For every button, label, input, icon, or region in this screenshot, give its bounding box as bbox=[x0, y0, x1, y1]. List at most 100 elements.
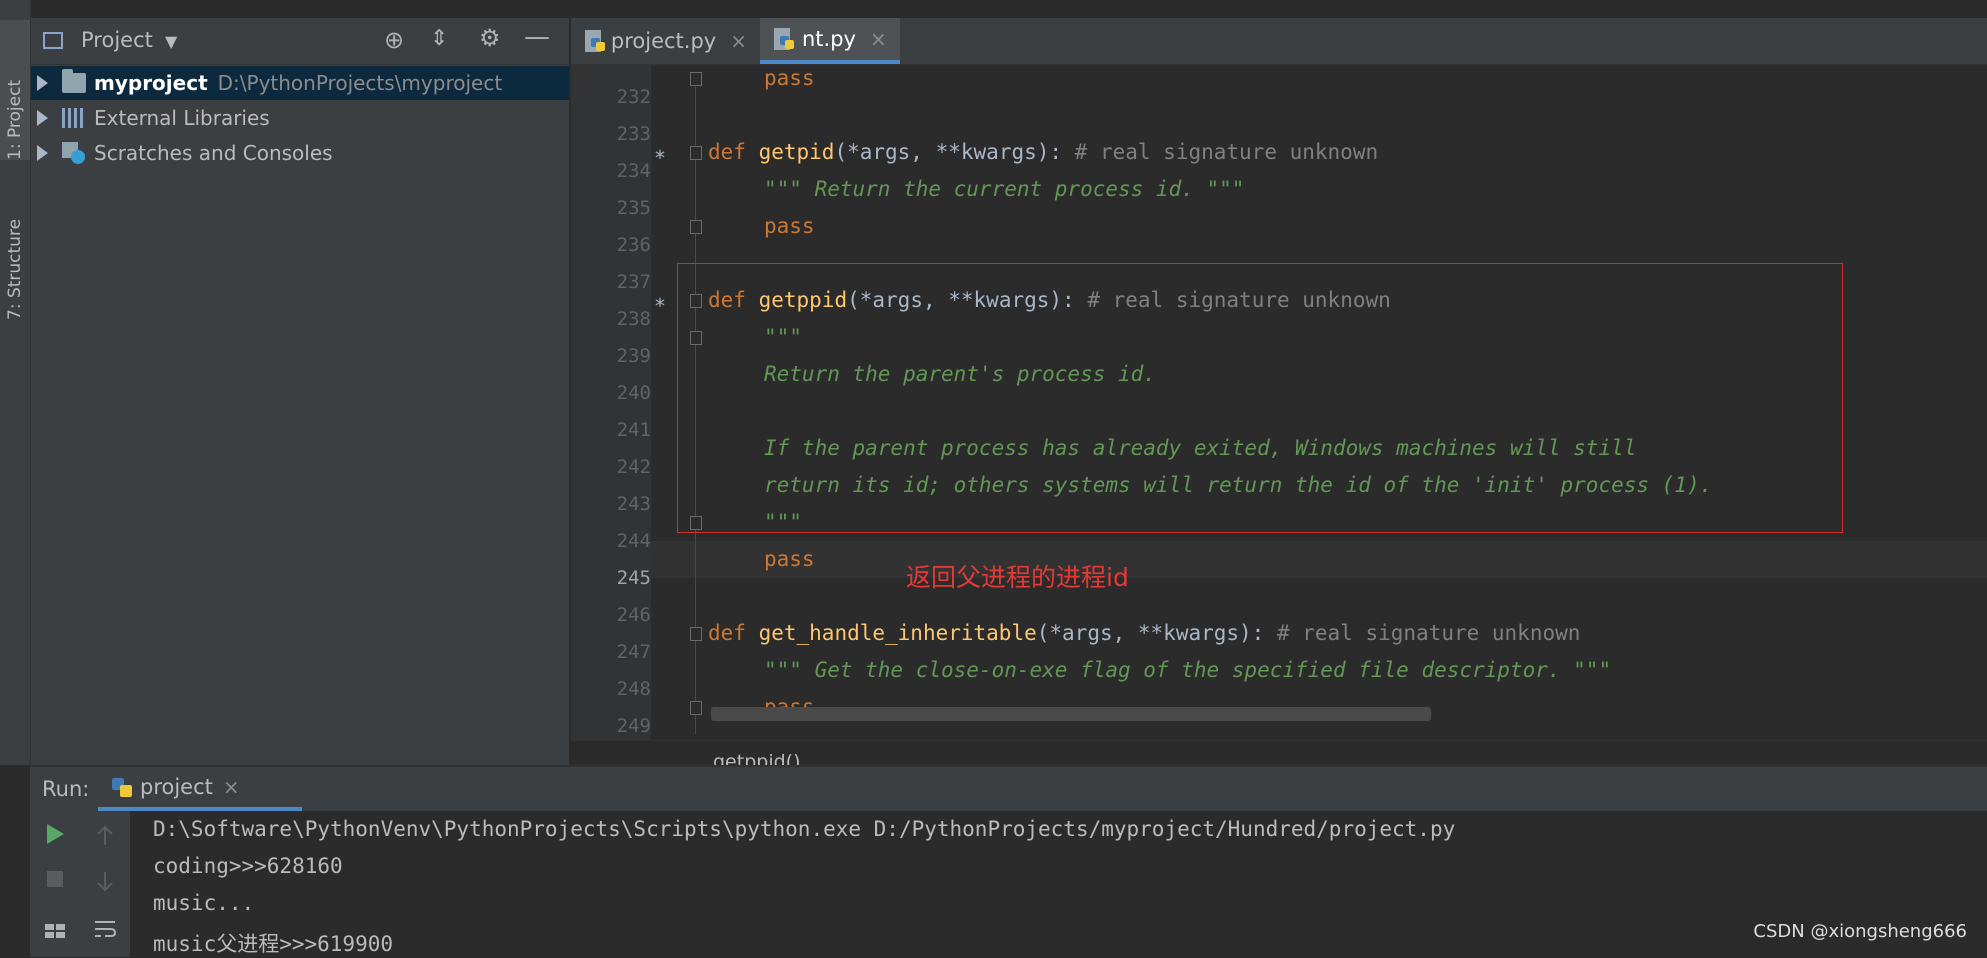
watermark-text: CSDN @xiongsheng666 bbox=[1753, 921, 1967, 942]
code-args: (*args, **kwargs): bbox=[1036, 621, 1277, 645]
bookmark-star-icon: * bbox=[655, 146, 665, 170]
tab-nt-py[interactable]: nt.py × bbox=[760, 18, 900, 64]
collapse-all-icon[interactable]: ⇕ bbox=[430, 26, 448, 51]
line-number: 236 bbox=[616, 234, 651, 256]
scratches-icon bbox=[62, 142, 86, 164]
fold-marker-icon[interactable] bbox=[690, 627, 702, 641]
run-icon[interactable] bbox=[42, 821, 68, 847]
code-comment: # real signature unknown bbox=[1276, 621, 1581, 645]
tree-item-scratches[interactable]: Scratches and Consoles bbox=[31, 136, 569, 170]
run-tab-project[interactable]: project × bbox=[98, 767, 302, 811]
code-keyword: pass bbox=[764, 66, 815, 90]
tree-item-label: Scratches and Consoles bbox=[94, 141, 333, 165]
line-number: 245 bbox=[616, 567, 651, 589]
editor-area: project.py × nt.py × 232 233 234 235 236… bbox=[571, 18, 1987, 784]
horizontal-scrollbar[interactable] bbox=[711, 707, 1431, 721]
dropdown-arrow-icon[interactable]: ▼ bbox=[165, 32, 177, 51]
locate-icon[interactable]: ⊕ bbox=[384, 26, 404, 54]
line-number: 248 bbox=[616, 678, 651, 700]
line-number: 242 bbox=[616, 456, 651, 478]
project-panel-header: Project ▼ ⊕ ⇕ ⚙ — bbox=[31, 18, 569, 65]
code-line[interactable]: """ Get the close-on-exe flag of the spe… bbox=[764, 658, 1611, 682]
project-panel-title: Project bbox=[81, 28, 153, 52]
fold-marker-icon[interactable] bbox=[690, 701, 702, 715]
close-icon[interactable]: × bbox=[730, 29, 747, 53]
scroll-up-icon[interactable] bbox=[92, 823, 118, 849]
editor-tab-bar: project.py × nt.py × bbox=[571, 18, 1987, 65]
close-icon[interactable]: × bbox=[223, 775, 240, 799]
console-line: music... bbox=[153, 891, 255, 915]
highlight-box bbox=[677, 263, 1843, 533]
soft-wrap-icon[interactable] bbox=[92, 916, 118, 942]
python-file-icon bbox=[774, 28, 794, 50]
tab-project-py[interactable]: project.py × bbox=[571, 18, 759, 64]
expand-arrow-icon[interactable] bbox=[37, 145, 48, 161]
expand-arrow-icon[interactable] bbox=[37, 110, 48, 126]
tree-item-label: myproject bbox=[94, 71, 208, 95]
run-toolbar bbox=[30, 811, 130, 957]
code-keyword: def bbox=[708, 140, 746, 164]
tree-item-label: External Libraries bbox=[94, 106, 270, 130]
line-number: 243 bbox=[616, 493, 651, 515]
line-number: 247 bbox=[616, 641, 651, 663]
layout-icon[interactable] bbox=[42, 918, 68, 944]
annotation-text: 返回父进程的进程id bbox=[906, 563, 1129, 592]
code-comment: # real signature unknown bbox=[1074, 140, 1379, 164]
hide-panel-icon[interactable]: — bbox=[524, 22, 550, 52]
libraries-icon bbox=[62, 108, 86, 128]
code-function-name: getpid bbox=[758, 140, 835, 164]
code-line[interactable]: pass bbox=[764, 547, 815, 571]
python-icon bbox=[112, 776, 132, 798]
run-label: Run: bbox=[42, 777, 90, 801]
tool-tab-project-label: 1: Project bbox=[5, 79, 25, 160]
line-number: 241 bbox=[616, 419, 651, 441]
project-panel: Project ▼ ⊕ ⇕ ⚙ — myproject D:\PythonPro… bbox=[31, 18, 569, 765]
tab-label: project.py bbox=[610, 29, 717, 53]
gear-icon[interactable]: ⚙ bbox=[479, 24, 501, 52]
left-tool-strip: 1: Project 7: Structure bbox=[0, 0, 31, 765]
bookmark-star-icon: * bbox=[655, 294, 665, 318]
tree-item-myproject[interactable]: myproject D:\PythonProjects\myproject bbox=[31, 66, 569, 100]
code-args: (*args, **kwargs): bbox=[834, 140, 1075, 164]
line-number: 249 bbox=[616, 715, 651, 737]
folder-icon bbox=[62, 69, 86, 93]
console-line: music父进程>>>619900 bbox=[153, 932, 394, 956]
run-panel-header: Run: project × bbox=[30, 767, 1987, 811]
code-line[interactable]: """ Return the current process id. """ bbox=[764, 177, 1244, 201]
code-line[interactable]: pass bbox=[764, 66, 815, 90]
scroll-down-icon[interactable] bbox=[92, 868, 118, 894]
expand-arrow-icon[interactable] bbox=[37, 75, 48, 91]
code-line[interactable]: def get_handle_inheritable(*args, **kwar… bbox=[708, 621, 1580, 645]
tree-item-path: D:\PythonProjects\myproject bbox=[217, 71, 503, 95]
console-line: coding>>>628160 bbox=[153, 854, 343, 878]
run-panel: Run: project × D:\Software\PythonVenv\Py… bbox=[30, 765, 1987, 957]
fold-marker-icon[interactable] bbox=[690, 220, 702, 234]
line-number: 239 bbox=[616, 345, 651, 367]
line-number: 246 bbox=[616, 604, 651, 626]
python-file-icon bbox=[585, 30, 605, 52]
code-line[interactable]: pass bbox=[764, 214, 815, 238]
line-number: 238 bbox=[616, 308, 651, 330]
tool-tab-project[interactable]: 1: Project bbox=[0, 20, 30, 160]
line-number-gutter: 232 233 234 235 236 237 238 239 240 241 … bbox=[571, 64, 651, 740]
tree-item-external-libraries[interactable]: External Libraries bbox=[31, 101, 569, 135]
code-keyword: def bbox=[708, 621, 746, 645]
fold-marker-icon[interactable] bbox=[690, 146, 702, 160]
current-line-highlight bbox=[651, 541, 1987, 578]
line-number: 232 bbox=[616, 86, 651, 108]
tool-tab-structure[interactable]: 7: Structure bbox=[0, 180, 30, 320]
code-line[interactable]: def getpid(*args, **kwargs): # real sign… bbox=[708, 140, 1378, 164]
line-number: 235 bbox=[616, 197, 651, 219]
close-icon[interactable]: × bbox=[870, 27, 887, 51]
line-number: 240 bbox=[616, 382, 651, 404]
fold-marker-icon[interactable] bbox=[690, 72, 702, 86]
line-number: 233 bbox=[616, 123, 651, 145]
code-function-name: get_handle_inheritable bbox=[758, 621, 1037, 645]
stop-icon[interactable] bbox=[42, 866, 68, 892]
line-number: 237 bbox=[616, 271, 651, 293]
project-view-icon bbox=[43, 32, 63, 49]
line-number: 244 bbox=[616, 530, 651, 552]
line-number: 234 bbox=[616, 160, 651, 182]
tool-tab-structure-label: 7: Structure bbox=[5, 218, 25, 320]
run-tab-label: project bbox=[140, 775, 213, 799]
